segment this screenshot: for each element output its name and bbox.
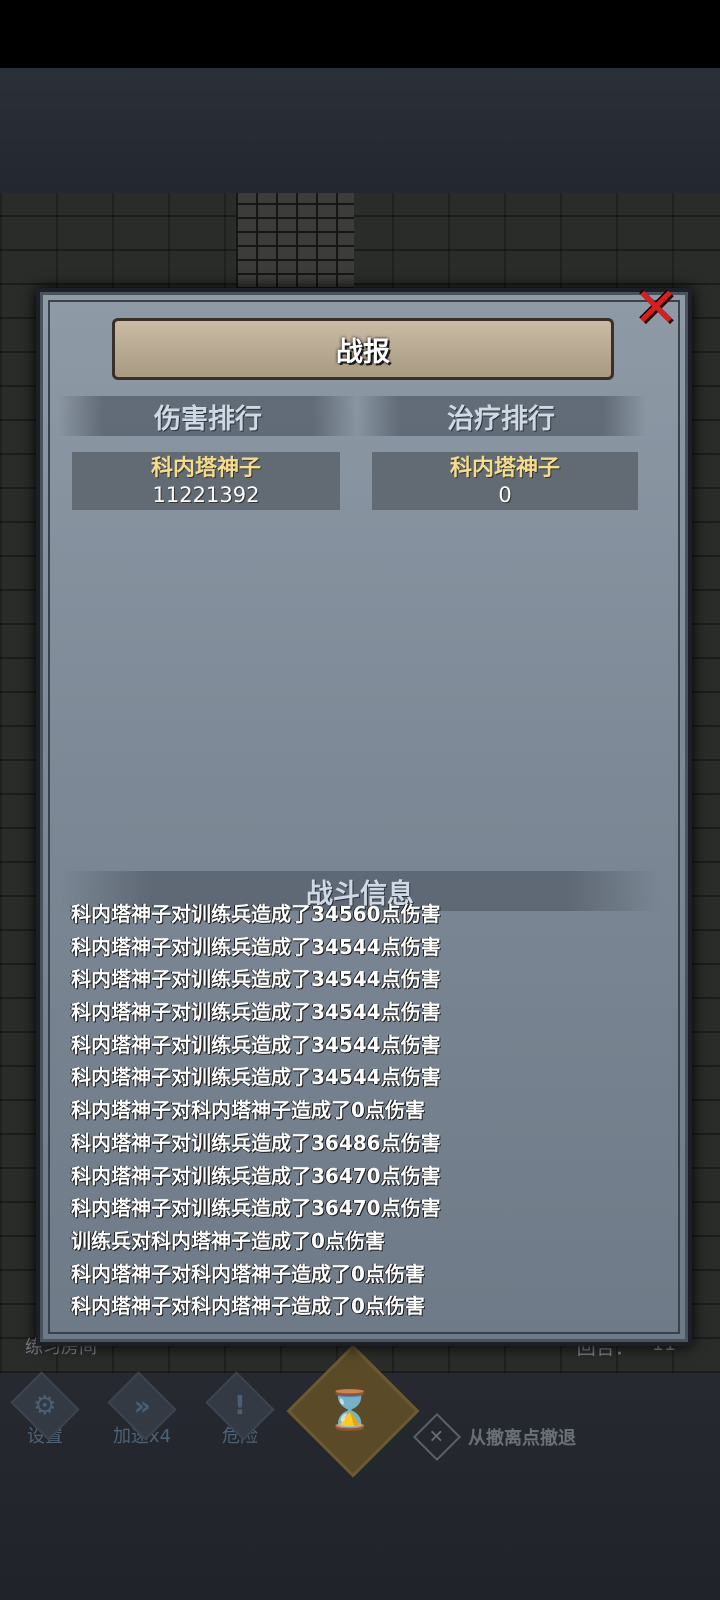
log-line: 科内塔神子对训练兵造成了34544点伤害	[71, 934, 441, 959]
title-banner: 战报	[112, 318, 614, 380]
close-x-icon: ✕	[633, 276, 679, 339]
log-line: 训练兵对科内塔神子造成了0点伤害	[71, 1228, 385, 1253]
log-line: 科内塔神子对科内塔神子造成了0点伤害	[71, 1294, 425, 1319]
settings-button[interactable]: ⚙ 设置	[3, 1371, 87, 1448]
exclamation-icon: !	[205, 1371, 275, 1441]
log-line: 科内塔神子对科内塔神子造成了0点伤害	[71, 1098, 425, 1123]
swords-icon: ✕	[412, 1412, 462, 1462]
heal-rank-card[interactable]: 科内塔神子 0	[372, 452, 638, 510]
status-bar	[0, 0, 720, 68]
damage-rank-name: 科内塔神子	[150, 456, 261, 481]
log-line: 科内塔神子对训练兵造成了34544点伤害	[71, 967, 441, 992]
log-line: 科内塔神子对科内塔神子造成了0点伤害	[71, 1261, 425, 1286]
log-line: 科内塔神子对训练兵造成了34544点伤害	[71, 1032, 441, 1057]
log-line: 科内塔神子对训练兵造成了34544点伤害	[71, 1000, 441, 1025]
modal-title: 战报	[336, 336, 390, 368]
heal-rank-header: 治疗排行	[356, 396, 646, 436]
log-line: 科内塔神子对训练兵造成了36486点伤害	[71, 1130, 441, 1155]
retreat-label: 从撤离点撤退	[468, 1428, 576, 1449]
speed-button[interactable]: » 加速x4	[100, 1371, 184, 1448]
damage-rank-card[interactable]: 科内塔神子 11221392	[72, 452, 340, 510]
background-sky	[0, 68, 720, 193]
hourglass-icon: ⌛	[326, 1387, 374, 1432]
danger-button[interactable]: ! 危险	[198, 1371, 282, 1448]
heal-rank-title: 治疗排行	[447, 403, 555, 435]
log-line: 科内塔神子对训练兵造成了34560点伤害	[71, 902, 441, 926]
close-button[interactable]: ✕	[628, 280, 684, 336]
log-line: 科内塔神子对训练兵造成了36470点伤害	[71, 1163, 441, 1188]
log-line: 科内塔神子对训练兵造成了36470点伤害	[71, 1196, 441, 1221]
damage-rank-title: 伤害排行	[154, 403, 262, 435]
gear-icon: ⚙	[10, 1371, 80, 1441]
log-line: 科内塔神子对训练兵造成了34544点伤害	[71, 1065, 441, 1090]
damage-rank-value: 11221392	[152, 483, 260, 507]
heal-rank-name: 科内塔神子	[449, 456, 560, 481]
background-tower	[236, 193, 354, 289]
heal-rank-value: 0	[498, 483, 512, 507]
battle-log[interactable]: 科内塔神子对训练兵造成了34560点伤害 科内塔神子对训练兵造成了34544点伤…	[71, 898, 651, 1323]
retreat-button[interactable]: ✕ 从撤离点撤退	[412, 1412, 576, 1462]
damage-rank-header: 伤害排行	[58, 396, 358, 436]
